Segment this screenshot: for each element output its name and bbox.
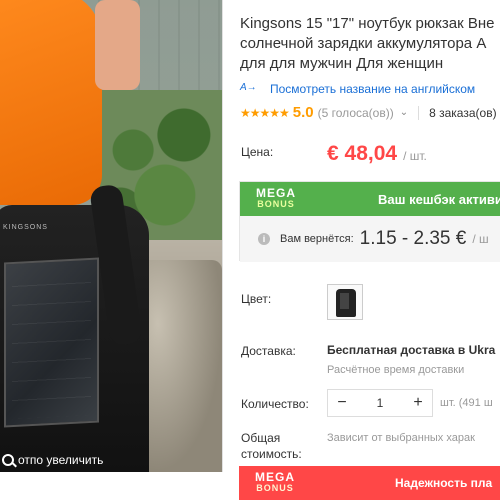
orders-count: 8 заказа(ов) [429,105,497,120]
product-title-line: Kingsons 15 "17" ноутбук рюкзак Вне [240,15,495,32]
mega-bonus-text: Ваш кешбэк активи [378,191,500,207]
mega-bonus-box: MEGA BONUS Ваш кешбэк активи i Вам вернё… [239,181,500,262]
price-label: Цена: [241,145,274,159]
shipping-label: Доставка: [241,344,296,358]
translate-link-text[interactable]: Посмотреть название на английском [270,82,475,96]
mega-bonus-banner-text: Надежность пла [395,476,493,490]
translate-icon: A→ [240,82,257,93]
mega-logo-top: MEGA [256,186,296,200]
quantity-input[interactable]: 1 [356,396,404,410]
rating-stars-icon: ★★★★★ [240,105,290,120]
mega-logo-bottom: BONUS [256,483,294,493]
total-value: Зависит от выбранных харак [327,432,475,444]
photo-solar-panel [4,257,99,428]
increment-button[interactable]: + [404,390,432,416]
quantity-label: Количество: [241,397,309,411]
mega-logo-top: MEGA [255,470,295,484]
translate-link[interactable]: A→ Посмотреть название на английском [240,82,475,96]
mega-bonus-logo: MEGA BONUS [240,182,312,216]
quantity-stepper: − 1 + [327,389,433,417]
cashback-unit: / ш [472,232,489,246]
photo-arm [95,0,140,90]
shipping-estimate: Расчётное время доставки [327,364,465,376]
mega-bonus-logo: MEGA BONUS [239,466,311,500]
product-image[interactable]: KINGSONS отпо увеличить [0,0,222,472]
zoom-hint-text: отпо увеличить [18,453,104,467]
total-label-line: стоимость: [241,447,302,461]
info-icon[interactable]: i [258,233,270,245]
cashback-label: Вам вернётся: [280,233,354,245]
product-title-line: для для мужчин Для женщин [240,55,444,72]
zoom-hint[interactable]: отпо увеличить [0,448,222,472]
mega-bonus-header: MEGA BONUS Ваш кешбэк активи [240,182,500,216]
cashback-range: 1.15 - 2.35 € [359,228,467,249]
rating-score: 5.0 [292,104,314,121]
shipping-value[interactable]: Бесплатная доставка в Ukra [327,343,495,357]
price-unit: / шт. [403,149,427,163]
decrement-button[interactable]: − [328,390,356,416]
total-label: Общая стоимость: [241,430,302,462]
price-value: € 48,04 [327,142,398,165]
photo-backpack-logo: KINGSONS [3,224,48,231]
mega-logo-bottom: BONUS [257,199,295,209]
rating-separator [418,105,420,120]
photo-orange-shirt [0,0,102,205]
product-title: Kingsons 15 "17" ноутбук рюкзак Вне солн… [240,14,500,74]
mega-bonus-banner: MEGA BONUS Надежность пла [239,466,500,500]
price: € 48,04 / шт. [327,142,427,166]
cashback-row: i Вам вернётся: 1.15 - 2.35 € / ш [240,216,500,262]
color-swatch-black[interactable] [327,284,363,320]
backpack-thumbnail-icon [336,289,356,317]
total-label-line: Общая [241,431,281,445]
product-title-line: солнечной зарядки аккумулятора А [240,35,487,52]
divider [222,0,223,472]
rating-votes[interactable]: (5 голоса(ов)) [318,106,394,120]
rating-row: ★★★★★ 5.0 (5 голоса(ов)) ⌄ 8 заказа(ов) [240,104,497,121]
quantity-unit: шт. (491 ш [440,397,493,409]
product-page: KINGSONS отпо увеличить Kingsons 15 "17"… [0,0,500,500]
magnifier-icon [2,454,14,466]
color-label: Цвет: [241,292,272,306]
chevron-down-icon[interactable]: ⌄ [400,107,408,118]
